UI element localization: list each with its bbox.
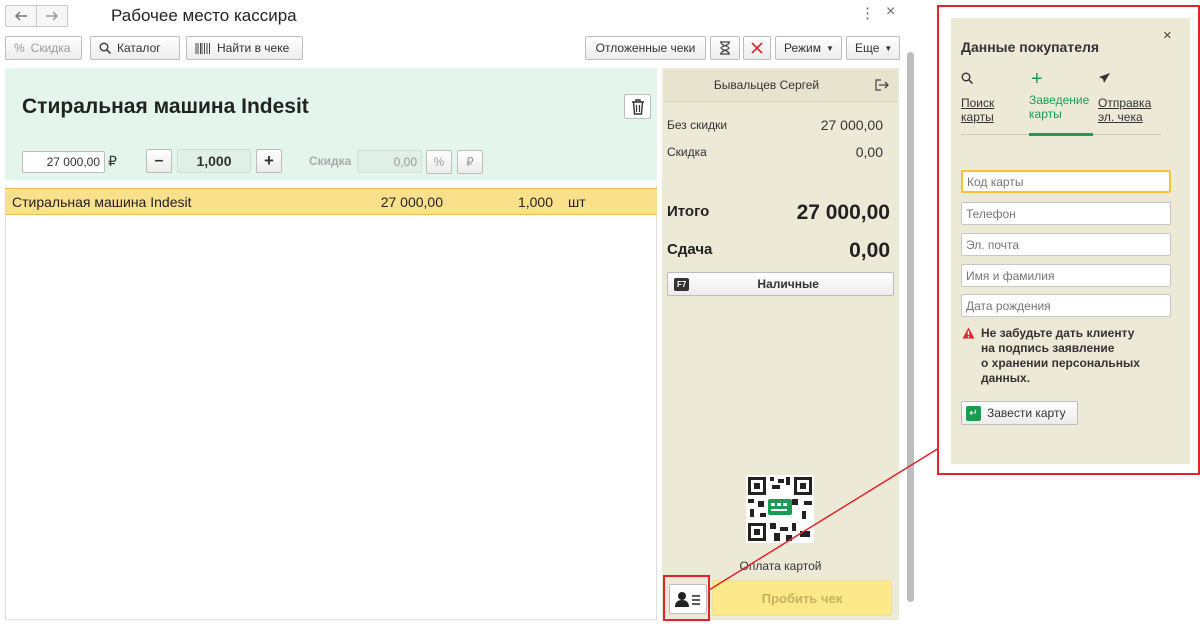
customer-panel-title: Данные покупателя xyxy=(961,39,1100,55)
cashier-name: Бывальцев Сергей xyxy=(713,78,820,92)
hourglass-button[interactable] xyxy=(710,36,740,60)
more-options-icon[interactable]: ⋮ xyxy=(860,4,875,22)
card-payment-caption: Оплата картой xyxy=(739,559,822,573)
search-icon xyxy=(961,72,974,85)
search-icon xyxy=(99,42,111,54)
cash-label: Наличные xyxy=(757,277,819,291)
change-value: 0,00 xyxy=(849,239,890,262)
ruble-icon: ₽ xyxy=(466,155,474,169)
warning-line-4: данных. xyxy=(981,371,1031,385)
product-title: Стиральная машина Indesit xyxy=(22,95,309,118)
birthdate-input[interactable] xyxy=(961,294,1171,317)
f7-key-badge: F7 xyxy=(674,277,690,291)
total-value: 27 000,00 xyxy=(796,201,890,224)
highlight-frame xyxy=(663,575,710,621)
vertical-scrollbar[interactable] xyxy=(907,52,914,602)
tab-create-card[interactable]: + Заведение карты xyxy=(1029,68,1093,121)
warning-line-1: Не забудьте дать клиенту xyxy=(981,326,1135,340)
tab-create-label-1: Заведение xyxy=(1029,93,1090,107)
find-button-label: Найти в чеке xyxy=(217,41,290,55)
full-name-input[interactable] xyxy=(961,264,1171,287)
quantity-input[interactable]: 1,000 xyxy=(177,149,251,173)
cash-payment-button[interactable]: F7 Наличные xyxy=(667,272,894,296)
postponed-receipts-button[interactable]: Отложенные чеки xyxy=(585,36,706,60)
mode-dropdown[interactable]: Режим ▼ xyxy=(775,36,842,60)
discount-button[interactable]: % Скидка xyxy=(5,36,82,60)
tab-send-label-1: Отправка xyxy=(1098,96,1152,110)
tab-send-label-2: эл. чека xyxy=(1098,110,1143,124)
discount-label: Скидка xyxy=(309,154,352,168)
delete-item-button[interactable] xyxy=(624,94,651,119)
logout-button[interactable] xyxy=(872,76,892,94)
warning-line-2: на подпись заявление xyxy=(981,341,1115,355)
back-button[interactable] xyxy=(5,5,37,27)
phone-input[interactable] xyxy=(961,202,1171,225)
tab-create-label-2: карты xyxy=(1029,107,1062,121)
qr-code-icon xyxy=(746,475,814,543)
arrow-right-icon xyxy=(46,11,59,21)
barcode-icon xyxy=(195,42,211,54)
hourglass-icon xyxy=(720,41,730,55)
find-in-receipt-button[interactable]: Найти в чеке xyxy=(186,36,303,60)
warning-icon xyxy=(962,327,975,339)
row-item-name: Стиральная машина Indesit xyxy=(12,194,192,210)
decrease-qty-button[interactable]: – xyxy=(146,149,172,173)
percent-discount-button[interactable]: % xyxy=(426,150,452,174)
row-item-price: 27 000,00 xyxy=(380,194,443,210)
tab-search-label-1: Поиск xyxy=(961,96,995,110)
forward-button[interactable] xyxy=(36,5,68,27)
active-tab-indicator xyxy=(1029,133,1093,136)
warning-text: Не забудьте дать клиенту на подпись заяв… xyxy=(981,326,1140,386)
increase-qty-button[interactable]: + xyxy=(256,149,282,173)
price-currency: ₽ xyxy=(108,153,117,169)
card-code-input[interactable] xyxy=(961,170,1171,193)
change-label: Сдача xyxy=(667,241,713,258)
close-panel-icon[interactable]: × xyxy=(1163,27,1172,44)
checkout-label: Пробить чек xyxy=(761,590,843,606)
more-label: Еще xyxy=(855,41,880,55)
no-discount-value: 27 000,00 xyxy=(820,117,883,133)
total-label: Итого xyxy=(667,203,710,220)
discount-total-value: 0,00 xyxy=(855,144,883,160)
price-input[interactable]: 27 000,00 xyxy=(22,151,105,173)
percent-icon: % xyxy=(433,155,445,169)
tab-search-label-2: карты xyxy=(961,110,994,124)
amount-discount-button[interactable]: ₽ xyxy=(457,150,483,174)
plus-icon: + xyxy=(1031,68,1043,90)
create-card-label: Завести карту xyxy=(987,406,1066,420)
logout-icon xyxy=(875,79,889,91)
enter-icon: ↵ xyxy=(966,405,981,421)
close-red-icon xyxy=(751,42,763,54)
checkout-button[interactable]: Пробить чек xyxy=(712,580,892,616)
create-card-button[interactable]: ↵ Завести карту xyxy=(961,401,1078,425)
percent-icon: % xyxy=(14,41,25,55)
mode-label: Режим xyxy=(784,41,821,55)
no-discount-label: Без скидки xyxy=(667,118,728,132)
row-item-unit: шт xyxy=(568,194,586,210)
catalog-button-label: Каталог xyxy=(117,41,161,55)
cancel-receipt-button[interactable] xyxy=(743,36,771,60)
warning-line-3: о хранении персональных xyxy=(981,356,1140,370)
discount-input[interactable]: 0,00 xyxy=(357,150,422,173)
chevron-down-icon: ▼ xyxy=(884,43,893,53)
more-dropdown[interactable]: Еще ▼ xyxy=(846,36,900,60)
close-window-icon[interactable]: × xyxy=(886,3,895,21)
discount-total-label: Скидка xyxy=(667,145,707,159)
row-item-qty: 1,000 xyxy=(517,194,553,210)
postponed-button-label: Отложенные чеки xyxy=(595,41,696,55)
chevron-down-icon: ▼ xyxy=(826,43,834,53)
window-title: Рабочее место кассира xyxy=(111,6,297,25)
catalog-button[interactable]: Каталог xyxy=(90,36,180,60)
tab-send-receipt[interactable]: Отправка эл. чека xyxy=(1098,72,1164,124)
discount-button-label: Скидка xyxy=(30,41,71,55)
trash-icon xyxy=(631,98,644,115)
email-input[interactable] xyxy=(961,233,1171,256)
table-row[interactable]: Стиральная машина Indesit 27 000,00 1,00… xyxy=(5,188,657,215)
tab-search-card[interactable]: Поиск карты xyxy=(961,72,1021,124)
arrow-left-icon xyxy=(14,11,27,21)
receipt-table xyxy=(5,186,657,620)
send-icon xyxy=(1099,73,1110,83)
